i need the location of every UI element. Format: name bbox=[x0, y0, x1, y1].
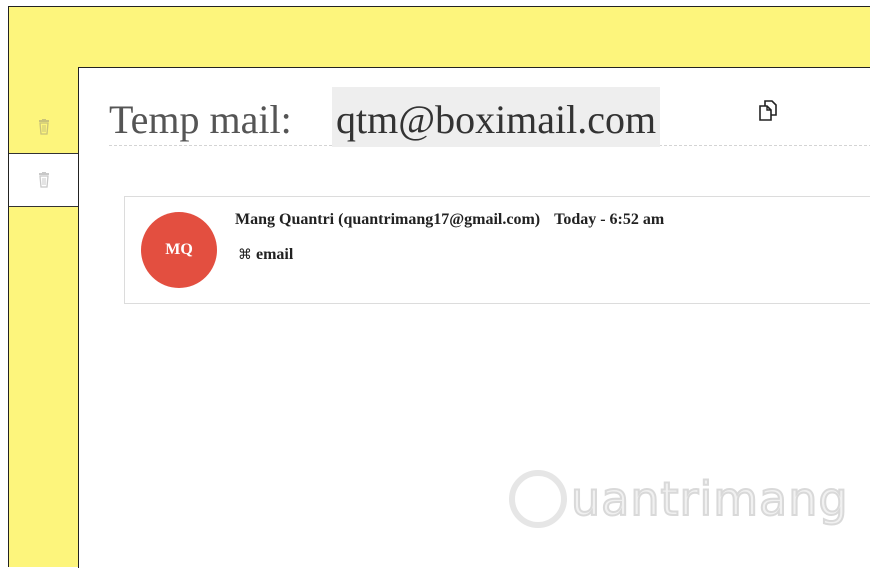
app-frame: Temp mail: qtm@boximail.com MQ Mang Quan… bbox=[8, 6, 870, 568]
sidebar-item-1[interactable] bbox=[9, 101, 78, 153]
sidebar bbox=[9, 7, 78, 567]
watermark: uantrimang bbox=[509, 466, 849, 538]
mail-meta: Mang Quantri (quantrimang17@gmail.com) To… bbox=[235, 211, 664, 229]
watermark-text: uantrimang bbox=[570, 471, 849, 527]
mail-subject: email bbox=[256, 246, 294, 263]
sidebar-item-2[interactable] bbox=[9, 153, 78, 207]
temp-mail-address[interactable]: qtm@boximail.com bbox=[332, 87, 661, 147]
watermark-logo-icon bbox=[509, 470, 567, 528]
temp-mail-header: Temp mail: qtm@boximail.com bbox=[109, 87, 870, 147]
mail-subject-line: ⌘ email bbox=[238, 246, 293, 264]
mail-date: Today - 6:52 am bbox=[554, 211, 665, 228]
avatar: MQ bbox=[141, 212, 217, 288]
mail-list-item[interactable]: MQ Mang Quantri (quantrimang17@gmail.com… bbox=[124, 196, 870, 304]
temp-mail-label: Temp mail: bbox=[109, 97, 292, 142]
command-icon: ⌘ bbox=[238, 247, 252, 263]
mail-panel: Temp mail: qtm@boximail.com MQ Mang Quan… bbox=[78, 67, 870, 568]
trash-icon[interactable] bbox=[37, 119, 51, 135]
trash-icon[interactable] bbox=[37, 172, 51, 188]
mail-sender: Mang Quantri (quantrimang17@gmail.com) bbox=[235, 211, 541, 228]
copy-icon[interactable] bbox=[758, 100, 778, 126]
